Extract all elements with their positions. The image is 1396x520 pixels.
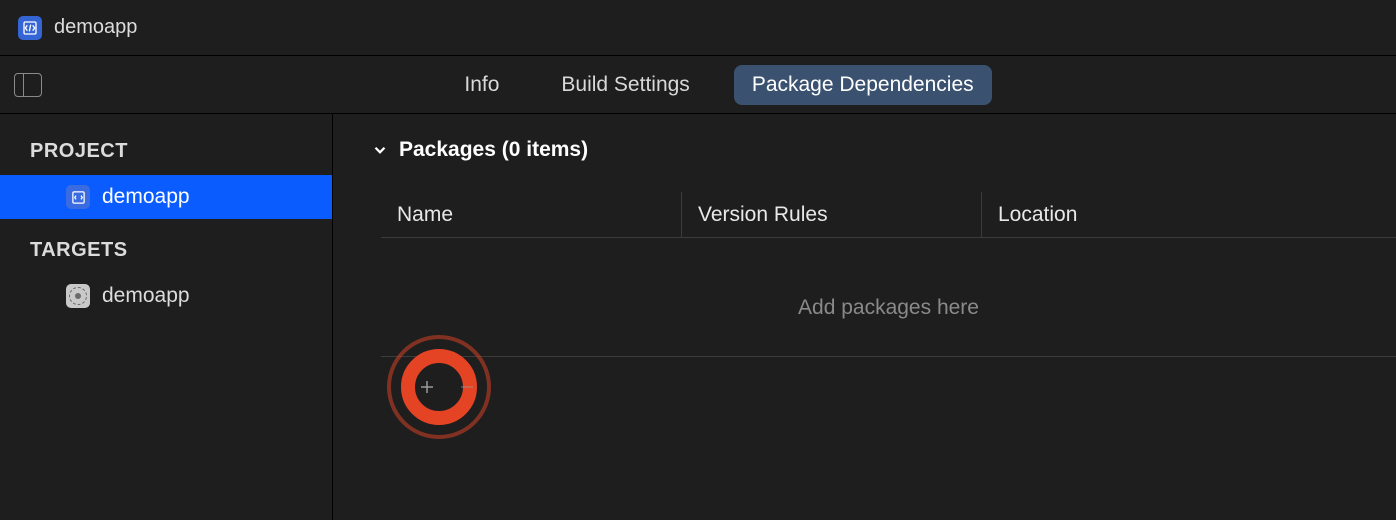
- project-title: demoapp: [54, 16, 137, 39]
- column-name[interactable]: Name: [381, 203, 681, 227]
- remove-package-button[interactable]: [453, 373, 481, 401]
- sidebar-target-item[interactable]: demoapp: [0, 274, 332, 318]
- project-sidebar: PROJECT demoapp TARGETS demoapp: [0, 114, 333, 520]
- sidebar-project-label: demoapp: [102, 185, 190, 209]
- project-icon: [66, 185, 90, 209]
- titlebar: demoapp: [0, 0, 1396, 56]
- main-area: PROJECT demoapp TARGETS demoapp Packages…: [0, 114, 1396, 520]
- packages-section-header[interactable]: Packages (0 items): [371, 138, 1396, 162]
- tab-info[interactable]: Info: [446, 65, 517, 105]
- panel-toggle-icon[interactable]: [14, 73, 42, 97]
- targets-heading: TARGETS: [0, 219, 332, 274]
- target-icon: [66, 284, 90, 308]
- editor-tabs: Info Build Settings Package Dependencies: [42, 65, 1396, 105]
- empty-placeholder: Add packages here: [381, 238, 1396, 356]
- column-location[interactable]: Location: [981, 192, 1396, 237]
- table-header: Name Version Rules Location: [381, 192, 1396, 238]
- add-package-button[interactable]: [413, 373, 441, 401]
- sidebar-project-item[interactable]: demoapp: [0, 175, 332, 219]
- tab-build-settings[interactable]: Build Settings: [543, 65, 707, 105]
- project-heading: PROJECT: [0, 132, 332, 175]
- toolbar: Info Build Settings Package Dependencies: [0, 56, 1396, 114]
- packages-section-title: Packages (0 items): [399, 138, 588, 162]
- tab-package-dependencies[interactable]: Package Dependencies: [734, 65, 992, 105]
- packages-table: Name Version Rules Location Add packages…: [381, 192, 1396, 416]
- column-version-rules[interactable]: Version Rules: [681, 192, 981, 237]
- chevron-down-icon: [371, 141, 389, 159]
- table-footer: [381, 356, 1396, 416]
- sidebar-target-label: demoapp: [102, 284, 190, 308]
- content-area: Packages (0 items) Name Version Rules Lo…: [333, 114, 1396, 520]
- project-icon: [18, 16, 42, 40]
